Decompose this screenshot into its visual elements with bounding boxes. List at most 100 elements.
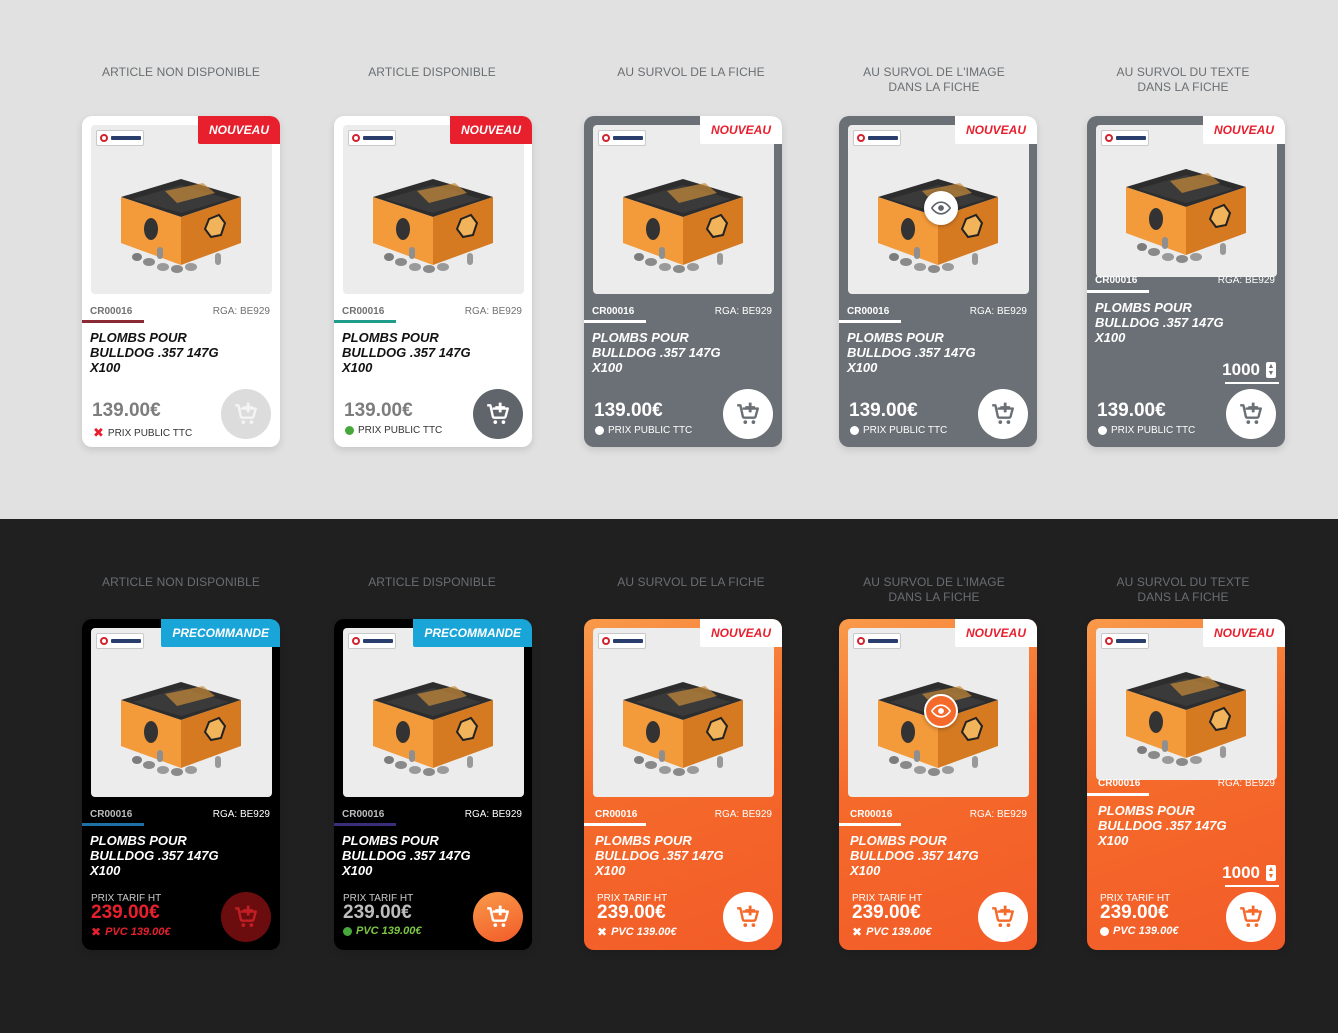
product-rga: RGA: BE929 <box>464 306 522 317</box>
new-badge: NOUVEAU <box>1202 116 1285 144</box>
product-rga: RGA: BE929 <box>714 306 772 317</box>
product-card[interactable]: NOUVEAU CR00016 RGA: BE929 PLOMBS POUR BU… <box>839 619 1037 950</box>
cart-plus-icon <box>233 904 259 930</box>
spinner-arrows-icon[interactable]: ▲ ▼ <box>1266 865 1276 881</box>
cart-plus-icon <box>1238 401 1264 427</box>
public-price: 139.00€ <box>1097 400 1166 421</box>
product-rga: RGA: BE929 <box>714 809 772 820</box>
product-rga: RGA: BE929 <box>1217 275 1275 286</box>
product-image[interactable] <box>343 125 524 294</box>
caption-not-available: ARTICLE NON DISPONIBLE <box>101 575 261 589</box>
add-to-cart-button[interactable] <box>723 892 773 942</box>
preorder-badge: PRECOMMANDE <box>161 619 280 647</box>
brand-logo <box>1101 633 1149 649</box>
product-image[interactable] <box>593 628 774 797</box>
dot-icon <box>343 926 352 936</box>
product-rga: RGA: BE929 <box>969 306 1027 317</box>
product-rga: RGA: BE929 <box>1217 778 1275 789</box>
product-photo <box>613 157 753 277</box>
dot-icon <box>1100 926 1109 936</box>
quantity-underline <box>1225 885 1279 887</box>
product-card[interactable]: PRECOMMANDE CR00016 RGA: BE929 PLOMBS PO… <box>82 619 280 950</box>
accent-line <box>82 320 144 323</box>
cart-plus-icon <box>735 904 761 930</box>
add-to-cart-button[interactable] <box>1226 892 1276 942</box>
product-image[interactable] <box>593 125 774 294</box>
product-title[interactable]: PLOMBS POUR BULLDOG .357 147G X100 <box>595 833 755 878</box>
add-to-cart-button[interactable] <box>978 892 1028 942</box>
add-to-cart-button[interactable] <box>473 892 523 942</box>
product-title[interactable]: PLOMBS POUR BULLDOG .357 147G X100 <box>592 330 752 375</box>
product-photo <box>111 157 251 277</box>
product-image[interactable] <box>91 628 272 797</box>
product-title[interactable]: PLOMBS POUR BULLDOG .357 147G X100 <box>342 330 502 375</box>
caption-available: ARTICLE DISPONIBLE <box>368 65 496 79</box>
cart-plus-icon <box>735 401 761 427</box>
product-title[interactable]: PLOMBS POUR BULLDOG .357 147G X100 <box>1095 300 1255 345</box>
accent-line <box>82 823 144 826</box>
product-image[interactable] <box>1096 125 1277 277</box>
add-to-cart-button[interactable] <box>723 389 773 439</box>
caption-hover-text: AU SURVOL DU TEXTE DANS LA FICHE <box>1116 575 1250 604</box>
brand-logo <box>853 130 901 146</box>
preorder-badge: PRECOMMANDE <box>413 619 532 647</box>
public-price: 139.00€ <box>849 400 918 421</box>
brand-logo <box>853 633 901 649</box>
product-image[interactable] <box>91 125 272 294</box>
product-title[interactable]: PLOMBS POUR BULLDOG .357 147G X100 <box>342 833 502 878</box>
product-card[interactable]: PRECOMMANDE CR00016 RGA: BE929 PLOMBS PO… <box>334 619 532 950</box>
product-image[interactable] <box>848 125 1029 294</box>
brand-logo <box>96 633 144 649</box>
dot-icon <box>595 426 604 435</box>
product-card[interactable]: NOUVEAU CR00016 RGA: BE929 PLOMBS POUR BU… <box>584 116 782 447</box>
caption-hover-card: AU SURVOL DE LA FICHE <box>617 575 765 589</box>
add-to-cart-button[interactable] <box>221 389 271 439</box>
accent-line <box>584 823 646 826</box>
product-card[interactable]: NOUVEAU CR00016 RGA: BE929 PLOMBS POUR BU… <box>82 116 280 447</box>
pvc-price: ✖ PVC 139.00€ <box>852 925 932 939</box>
cross-icon: ✖ <box>597 925 608 939</box>
cart-plus-icon <box>485 904 511 930</box>
product-card[interactable]: NOUVEAU CR00016 RGA: BE929 PLOMBS POUR BU… <box>334 116 532 447</box>
product-image[interactable] <box>848 628 1029 797</box>
caption-hover-text: AU SURVOL DU TEXTE DANS LA FICHE <box>1116 65 1250 94</box>
public-price-label: ✖ PRIX PUBLIC TTC <box>93 425 193 440</box>
product-title[interactable]: PLOMBS POUR BULLDOG .357 147G X100 <box>1098 803 1258 848</box>
product-title[interactable]: PLOMBS POUR BULLDOG .357 147G X100 <box>850 833 1010 878</box>
quantity-stepper[interactable]: 1000 ▲ ▼ <box>1222 360 1276 380</box>
spinner-arrows-icon[interactable]: ▲ ▼ <box>1266 362 1276 378</box>
add-to-cart-button[interactable] <box>978 389 1028 439</box>
brand-logo <box>96 130 144 146</box>
product-image[interactable] <box>343 628 524 797</box>
product-title[interactable]: PLOMBS POUR BULLDOG .357 147G X100 <box>90 833 250 878</box>
product-card[interactable]: NOUVEAU CR00016 RGA: BE929 PLOMBS POUR BU… <box>1087 619 1285 950</box>
add-to-cart-button[interactable] <box>1226 389 1276 439</box>
quantity-stepper[interactable]: 1000 ▲ ▼ <box>1222 863 1276 883</box>
accent-line <box>334 320 396 323</box>
quick-view-button[interactable] <box>924 694 958 728</box>
accent-line <box>1087 793 1149 796</box>
product-card[interactable]: NOUVEAU CR00016 RGA: BE929 PLOMBS POUR BU… <box>584 619 782 950</box>
quick-view-button[interactable] <box>924 191 958 225</box>
product-card[interactable]: NOUVEAU CR00016 RGA: BE929 PLOMBS POUR BU… <box>1087 116 1285 447</box>
brand-logo <box>1101 130 1149 146</box>
add-to-cart-button[interactable] <box>473 389 523 439</box>
quantity-value[interactable]: 1000 <box>1222 863 1260 883</box>
product-photo <box>363 157 503 277</box>
quantity-value[interactable]: 1000 <box>1222 360 1260 380</box>
tarif-price: 239.00€ <box>1100 902 1169 923</box>
cart-plus-icon <box>485 401 511 427</box>
product-title[interactable]: PLOMBS POUR BULLDOG .357 147G X100 <box>847 330 1007 375</box>
accent-line <box>839 320 901 323</box>
product-ref: CR00016 <box>1098 778 1141 789</box>
product-ref: CR00016 <box>595 809 638 820</box>
product-image[interactable] <box>1096 628 1277 780</box>
cart-plus-icon <box>990 401 1016 427</box>
product-ref: CR00016 <box>90 306 133 317</box>
new-badge: NOUVEAU <box>197 116 280 144</box>
product-card[interactable]: NOUVEAU CR00016 RGA: BE929 PLOMBS POUR BU… <box>839 116 1037 447</box>
quantity-underline <box>1225 382 1279 384</box>
product-title[interactable]: PLOMBS POUR BULLDOG .357 147G X100 <box>90 330 250 375</box>
add-to-cart-button[interactable] <box>221 892 271 942</box>
cart-plus-icon <box>1238 904 1264 930</box>
